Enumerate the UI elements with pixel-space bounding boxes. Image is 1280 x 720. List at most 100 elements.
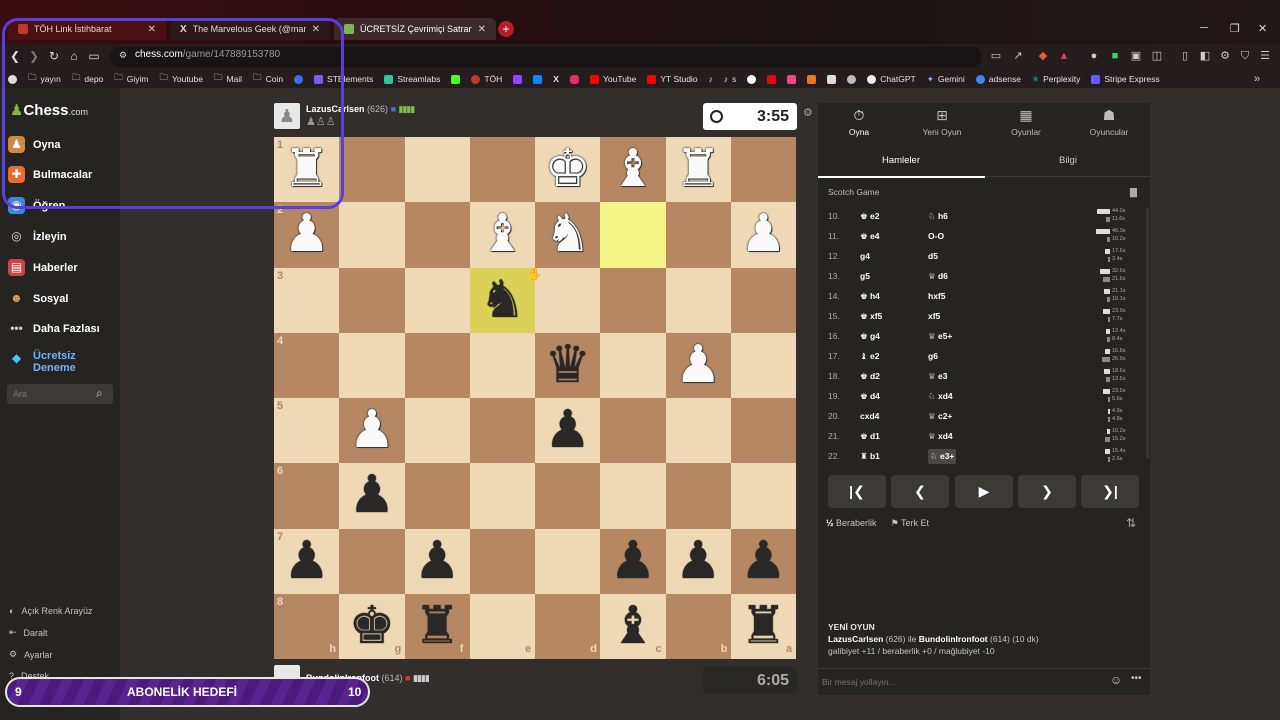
- white-move[interactable]: ♚ d4: [860, 391, 880, 402]
- move-row[interactable]: 11. ♚ e4 O-O 46.3s 10.2s: [818, 225, 1150, 245]
- bookmark-item[interactable]: X: [553, 74, 559, 84]
- sidebar-item-watch[interactable]: ◎ İzleyin: [8, 228, 66, 245]
- square-e6[interactable]: [469, 463, 535, 529]
- bookmark-item[interactable]: Streamlabs: [384, 74, 440, 84]
- menu-icon[interactable]: ☰: [1258, 49, 1272, 63]
- chess-piece[interactable]: ♝: [600, 137, 665, 202]
- square-d7[interactable]: [535, 528, 601, 594]
- black-move[interactable]: g6: [928, 351, 938, 361]
- square-g2[interactable]: [339, 202, 405, 268]
- chat-input[interactable]: [822, 676, 1092, 688]
- bookmark-item[interactable]: [807, 74, 817, 84]
- square-f3[interactable]: [404, 267, 470, 333]
- square-a1[interactable]: [730, 137, 796, 203]
- chess-piece[interactable]: ♞: [535, 202, 600, 267]
- square-h3[interactable]: [274, 267, 340, 333]
- bookmark-item[interactable]: ♪: [709, 74, 713, 84]
- white-move[interactable]: ♜ b1: [860, 451, 880, 462]
- chess-piece[interactable]: ♟: [666, 529, 731, 594]
- move-row[interactable]: 17. ♝ e2 g6 16.8s 26.9s: [818, 345, 1150, 365]
- square-b5[interactable]: [665, 398, 731, 464]
- tab-games[interactable]: ▦ Oyunlar: [996, 107, 1056, 137]
- black-move[interactable]: O-O: [928, 231, 944, 241]
- move-row[interactable]: 20. cxd4 ♕ c2+ 4.9s 4.8s: [818, 405, 1150, 425]
- move-row[interactable]: 18. ♚ d2 ♕ e3 18.6s 13.5s: [818, 365, 1150, 385]
- draw-button[interactable]: ½ Beraberlik: [826, 518, 877, 529]
- square-a3[interactable]: [730, 267, 796, 333]
- more-bookmarks-icon[interactable]: »: [1250, 72, 1264, 86]
- chess-piece[interactable]: ♜: [666, 137, 731, 202]
- sidebar-item-social[interactable]: ☻ Sosyal: [8, 290, 68, 307]
- black-move[interactable]: ♘ xd4: [928, 391, 953, 402]
- bookmark-item[interactable]: TÖH: [471, 74, 502, 84]
- move-row[interactable]: 10. ♚ e2 ♘ h6 44.0s 11.6s: [818, 205, 1150, 225]
- move-row[interactable]: 16. ♚ g4 ♕ e5+ 12.4s 8.4s: [818, 325, 1150, 345]
- cast-icon[interactable]: ▭: [989, 49, 1003, 63]
- bookmark-item[interactable]: ChatGPT: [867, 74, 916, 84]
- chess-piece[interactable]: ♟: [339, 398, 404, 463]
- extension-icon[interactable]: ◫: [1150, 49, 1164, 63]
- bookmark-item[interactable]: ✦ Gemini: [927, 74, 965, 85]
- white-move[interactable]: ♚ d1: [860, 431, 880, 442]
- sidebar-item-free-trial[interactable]: ◆ Ücretsiz Deneme: [8, 350, 83, 374]
- maximize-icon[interactable]: ❐: [1230, 22, 1240, 35]
- last-move-button[interactable]: ❯|: [1081, 475, 1139, 508]
- previous-move-button[interactable]: ❮: [891, 475, 949, 508]
- chess-piece[interactable]: ♟: [274, 529, 339, 594]
- square-h5[interactable]: [274, 398, 340, 464]
- square-a5[interactable]: [730, 398, 796, 464]
- chess-piece[interactable]: ♜: [405, 594, 470, 659]
- square-f2[interactable]: [404, 202, 470, 268]
- tab-players[interactable]: ☗ Oyuncular: [1079, 107, 1139, 137]
- extensions-icon[interactable]: ⚙: [1218, 49, 1232, 63]
- black-move[interactable]: ♕ d6: [928, 271, 948, 282]
- more-options-icon[interactable]: •••: [1131, 673, 1142, 684]
- bookmark-item[interactable]: ✳ Perplexity: [1032, 74, 1080, 85]
- black-move[interactable]: d5: [928, 251, 938, 261]
- square-d3[interactable]: [535, 267, 601, 333]
- play-button[interactable]: ▶: [955, 475, 1013, 508]
- close-window-icon[interactable]: ✕: [1258, 22, 1267, 35]
- new-tab-button[interactable]: +: [498, 21, 514, 37]
- chess-piece[interactable]: ♝: [470, 202, 535, 267]
- square-c2[interactable]: [600, 202, 666, 268]
- rewards-icon[interactable]: ▲: [1057, 49, 1071, 63]
- wallet-icon[interactable]: ◧: [1198, 49, 1212, 63]
- sidebar-toggle-icon[interactable]: ▯: [1178, 49, 1192, 63]
- chess-piece[interactable]: ♟: [666, 333, 731, 398]
- chess-piece[interactable]: ♟: [535, 398, 600, 463]
- black-move[interactable]: ♘ e3+: [928, 449, 957, 464]
- white-move[interactable]: ♚ d2: [860, 371, 880, 382]
- minimize-icon[interactable]: ─: [1200, 22, 1208, 34]
- move-row[interactable]: 13. g5 ♕ d6 32.6s 21.6s: [818, 265, 1150, 285]
- first-move-button[interactable]: |❮: [828, 475, 886, 508]
- chess-piece[interactable]: ♞: [470, 268, 535, 333]
- chess-piece[interactable]: ♟: [274, 202, 339, 267]
- move-row[interactable]: 15. ♚ xf5 xf5 23.9s 7.7s: [818, 305, 1150, 325]
- tab-info[interactable]: Bilgi: [1059, 155, 1077, 166]
- bookmark-item[interactable]: [533, 74, 543, 84]
- bookmark-item[interactable]: [767, 74, 777, 84]
- white-move[interactable]: ♚ g4: [860, 331, 880, 342]
- square-f1[interactable]: [404, 137, 470, 203]
- bookmark-item[interactable]: [513, 74, 523, 84]
- chess-piece[interactable]: ♟: [339, 463, 404, 528]
- tab-play[interactable]: ⏱ Oyna: [829, 107, 889, 137]
- sidebar-item-more[interactable]: ••• Daha Fazlası: [8, 320, 99, 337]
- square-b2[interactable]: [665, 202, 731, 268]
- square-a6[interactable]: [730, 463, 796, 529]
- chess-piece[interactable]: ♟: [731, 529, 796, 594]
- extension-icon[interactable]: ●: [1087, 49, 1101, 63]
- bookmark-item[interactable]: adsense: [975, 74, 1021, 84]
- square-f5[interactable]: [404, 398, 470, 464]
- square-h4[interactable]: [274, 332, 340, 398]
- square-e1[interactable]: [469, 137, 535, 203]
- black-move[interactable]: xf5: [928, 311, 940, 321]
- chess-piece[interactable]: ♜: [731, 594, 796, 659]
- white-move[interactable]: ♚ e4: [860, 231, 879, 242]
- square-d6[interactable]: [535, 463, 601, 529]
- white-move[interactable]: ♚ xf5: [860, 311, 882, 322]
- settings-button[interactable]: ⚙ Ayarlar: [9, 649, 52, 660]
- share-icon[interactable]: ↗: [1011, 49, 1025, 63]
- move-row[interactable]: 14. ♚ h4 hxf5 21.1s 10.1s: [818, 285, 1150, 305]
